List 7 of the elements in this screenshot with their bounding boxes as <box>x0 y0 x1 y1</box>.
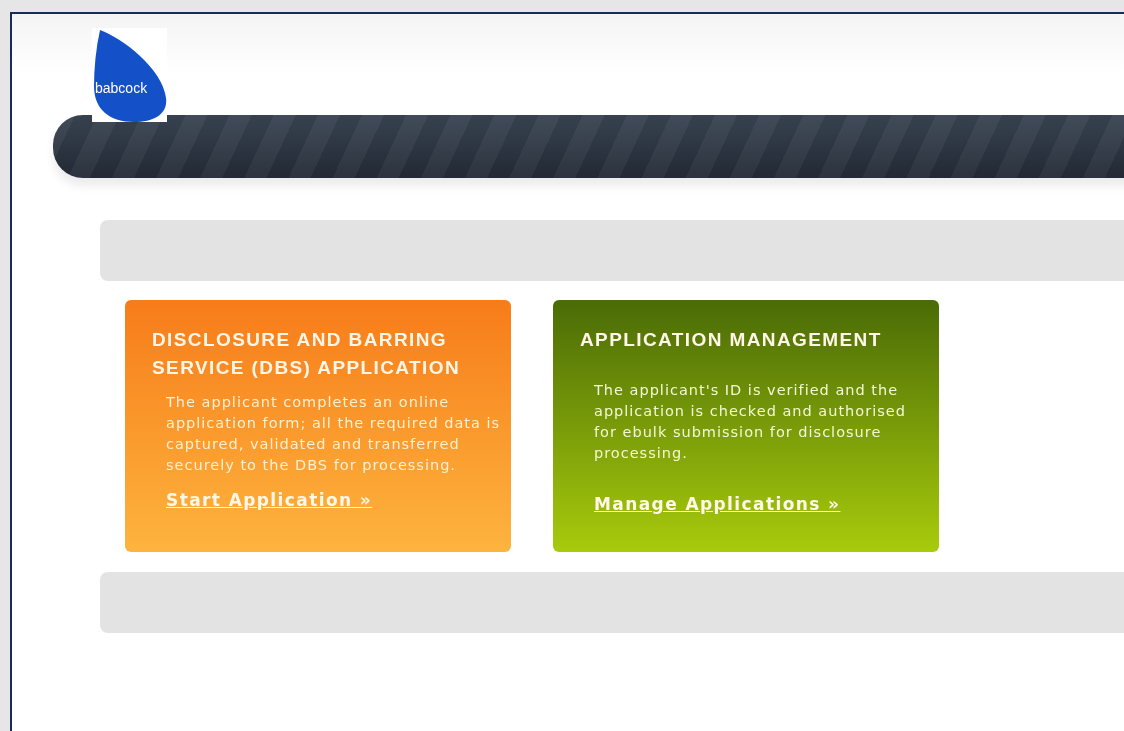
card-description: The applicant's ID is verified and the application is checked and authorised for ebulk submission for disclosure processing. <box>594 381 907 463</box>
card-title: DISCLOSURE AND BARRING SERVICE (DBS) APPLICATION <box>152 328 462 380</box>
card-link[interactable]: Manage Applications » <box>594 494 841 514</box>
card-link[interactable]: Start Application » <box>166 490 373 510</box>
card-description: The applicant completes an online application form; all the required data is captured, validated and transferred securely to the DBS for processing. <box>166 393 501 475</box>
logo: babcock <box>92 28 167 122</box>
card-title: APPLICATION MANAGEMENT <box>580 328 883 352</box>
